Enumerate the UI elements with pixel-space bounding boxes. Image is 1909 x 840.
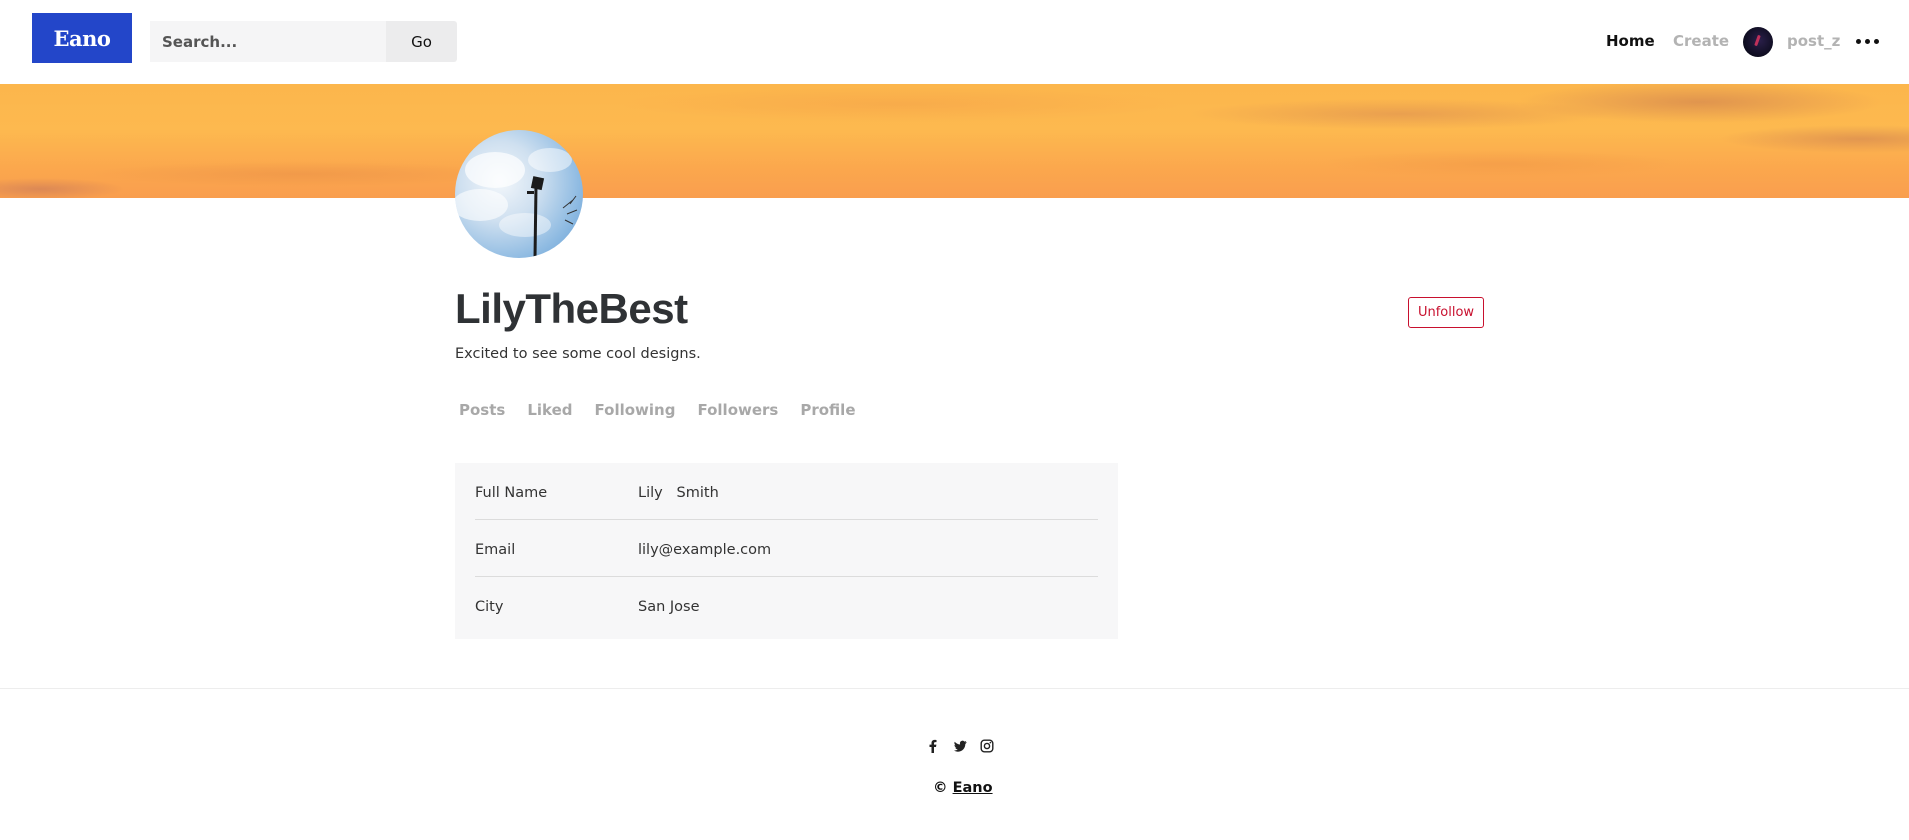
more-options-icon[interactable] [1856,33,1880,49]
detail-label: Full Name [475,485,548,501]
tab-profile[interactable]: Profile [800,401,855,419]
nav-create-link[interactable]: Create [1673,32,1729,50]
detail-value: lily@example.com [638,542,772,558]
profile-avatar [455,130,583,258]
footer-copyright: © Eano [933,780,993,796]
profile-name: LilyTheBest [455,285,688,332]
top-navbar: Eano Go Home Create post_z [0,0,1909,84]
dot [1856,38,1861,44]
nav-home-link[interactable]: Home [1606,32,1655,50]
tab-following[interactable]: Following [595,401,676,419]
copyright-symbol: © [933,780,948,796]
dot [1865,38,1870,44]
twitter-icon[interactable] [953,738,967,752]
footer-divider [0,688,1909,689]
search-input[interactable] [150,21,386,62]
facebook-icon[interactable] [926,738,940,753]
logo[interactable]: Eano [32,13,132,63]
search-go-button[interactable]: Go [386,21,457,62]
social-links [926,738,994,753]
tab-liked[interactable]: Liked [527,401,572,419]
detail-label: Email [475,542,516,558]
tab-followers[interactable]: Followers [697,401,778,419]
detail-row-city: City San Jose [475,577,1098,634]
detail-label: City [475,599,504,615]
tab-posts[interactable]: Posts [459,401,505,419]
profile-details-card: Full Name Lily Smith Email lily@example.… [455,463,1118,639]
unfollow-button[interactable]: Unfollow [1408,297,1484,328]
nav-username-link[interactable]: post_z [1787,32,1840,50]
dot [1874,38,1879,44]
profile-bio: Excited to see some cool designs. [455,346,701,362]
detail-value: San Jose [638,599,700,615]
profile-cover-banner [0,84,1909,198]
detail-row-full-name: Full Name Lily Smith [475,463,1098,520]
detail-value: Lily Smith [638,485,719,501]
instagram-icon[interactable] [980,738,994,753]
detail-row-email: Email lily@example.com [475,520,1098,577]
user-avatar[interactable] [1743,27,1773,57]
profile-tabs: Posts Liked Following Followers Profile [459,401,878,419]
footer-brand-link[interactable]: Eano [953,780,993,796]
lamp-post-photo [455,148,578,258]
search-form: Go [150,21,457,62]
